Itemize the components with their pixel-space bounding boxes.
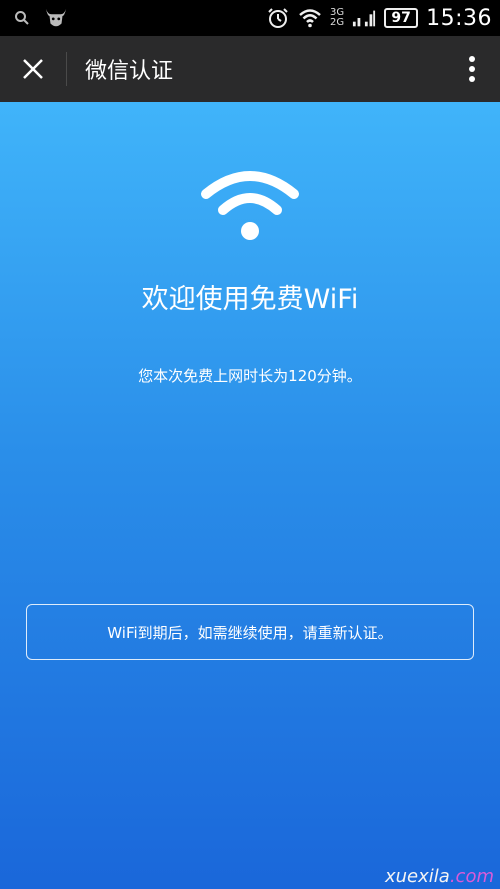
- bull-app-icon: [44, 6, 68, 30]
- title-divider: [66, 52, 67, 86]
- status-bar: 3G 2G 97 15:36: [0, 0, 500, 36]
- wifi-icon: [201, 171, 299, 240]
- main-content: 欢迎使用免费WiFi 您本次免费上网时长为120分钟。 WiFi到期后，如需继续…: [0, 102, 500, 889]
- alarm-icon: [266, 6, 290, 30]
- reauth-notice: WiFi到期后，如需继续使用，请重新认证。: [26, 604, 474, 660]
- close-icon: [23, 59, 43, 79]
- close-button[interactable]: [0, 36, 66, 102]
- reauth-notice-text: WiFi到期后，如需继续使用，请重新认证。: [107, 623, 393, 642]
- title-bar: 微信认证: [0, 36, 500, 102]
- welcome-heading: 欢迎使用免费WiFi: [141, 284, 359, 315]
- network-type: 3G 2G: [330, 8, 344, 28]
- more-options-button[interactable]: [444, 36, 500, 102]
- wifi-signal-icon: [298, 6, 322, 30]
- clock: 15:36: [426, 5, 492, 31]
- network-type-bottom: 2G: [329, 17, 345, 28]
- watermark-tld: .com: [449, 866, 494, 887]
- cell-signal-icon: [352, 6, 376, 30]
- search-icon: [10, 6, 34, 30]
- watermark-domain: xuexila: [385, 866, 450, 887]
- watermark: xuexila.com: [385, 866, 494, 887]
- more-vertical-icon: [469, 56, 475, 82]
- battery-indicator: 97: [384, 8, 419, 28]
- session-duration-text: 您本次免费上网时长为120分钟。: [138, 367, 362, 385]
- page-title: 微信认证: [85, 59, 174, 84]
